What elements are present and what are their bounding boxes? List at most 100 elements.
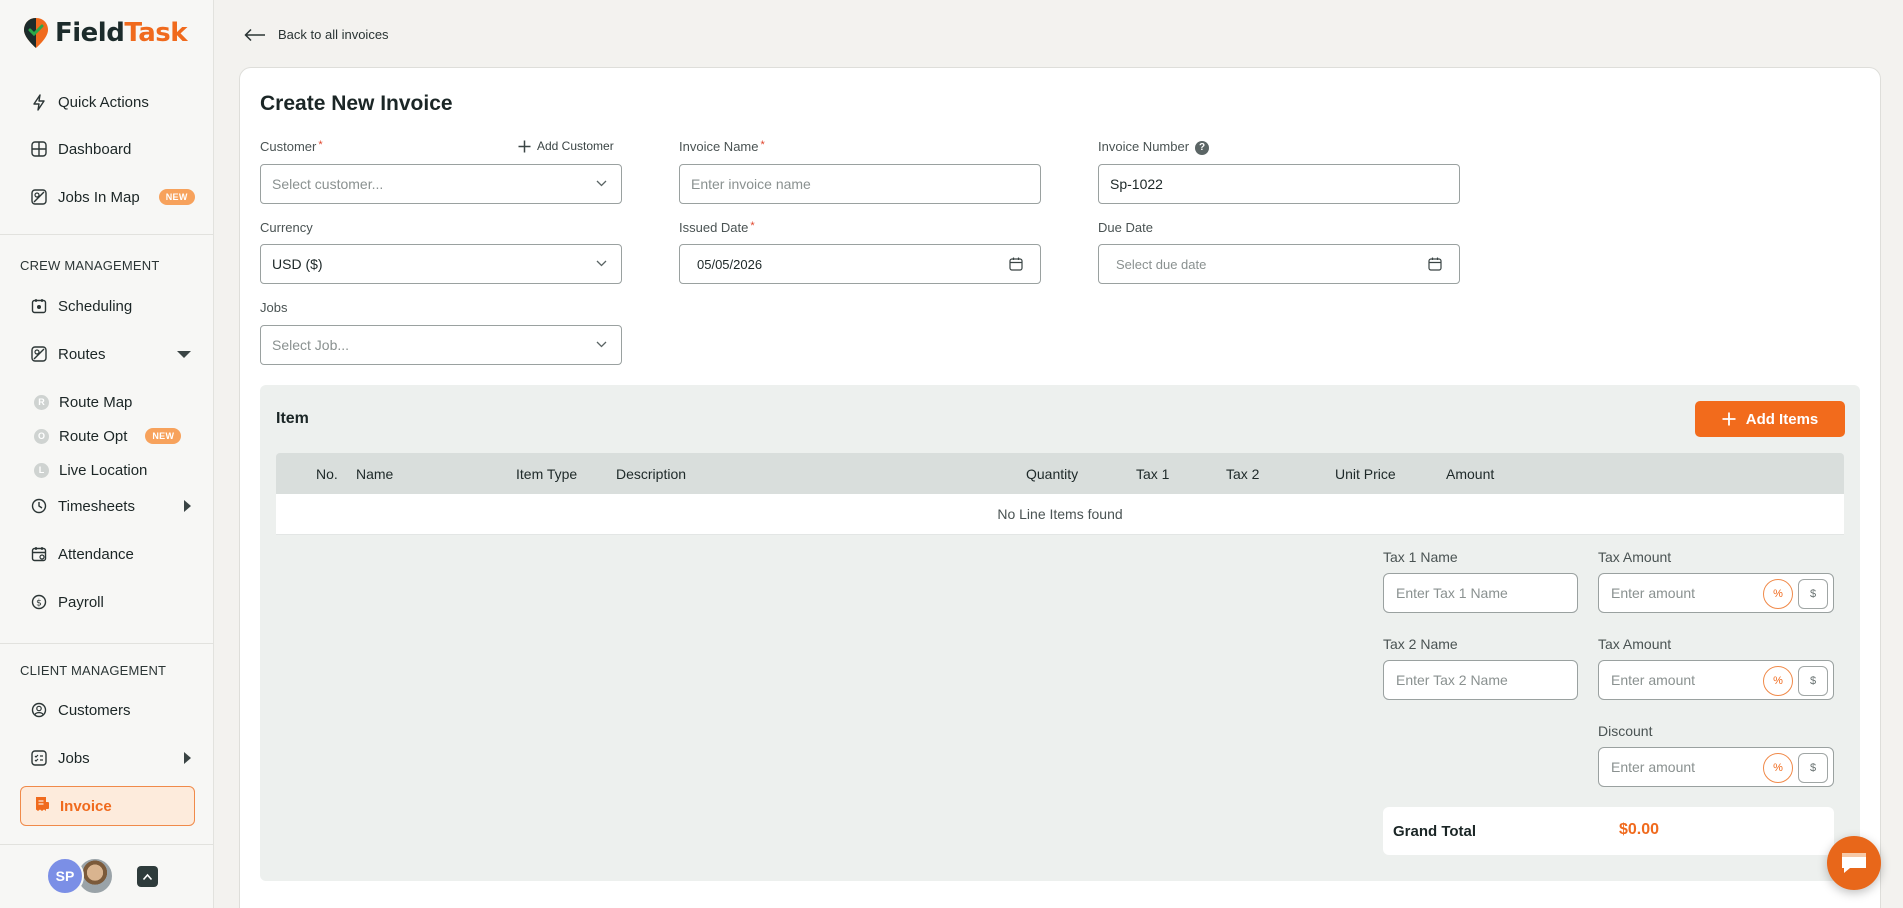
payroll-icon: $ (30, 594, 47, 611)
tax2-name-placeholder: Enter Tax 2 Name (1396, 672, 1508, 688)
calendar-icon (1009, 257, 1023, 271)
sidebar-item-label: Route Opt (59, 427, 128, 445)
back-link[interactable]: Back to all invoices (244, 27, 389, 42)
logo-text: FieldTask (55, 18, 188, 48)
dollar-toggle[interactable]: $ (1798, 753, 1828, 783)
customers-icon (30, 702, 47, 719)
due-date-input[interactable]: Select due date (1098, 244, 1460, 284)
sidebar-item-invoice[interactable]: Invoice (20, 786, 195, 826)
map-icon (30, 189, 47, 206)
customer-select[interactable]: Select customer... (260, 164, 622, 204)
discount-label: Discount (1598, 723, 1653, 739)
chevron-right-icon[interactable] (184, 500, 191, 512)
tax2-name-input[interactable]: Enter Tax 2 Name (1383, 660, 1578, 700)
percent-toggle[interactable]: % (1763, 579, 1793, 609)
due-date-placeholder: Select due date (1116, 256, 1207, 272)
items-empty-row: No Line Items found (276, 494, 1844, 535)
invoice-icon (34, 796, 50, 816)
dollar-toggle[interactable]: $ (1798, 666, 1828, 696)
invoice-number-label: Invoice Number? (1098, 139, 1210, 155)
logo[interactable]: FieldTask (22, 16, 188, 50)
dollar-toggle[interactable]: $ (1798, 579, 1828, 609)
column-header: Name (356, 466, 394, 482)
add-customer-button[interactable]: Add Customer (518, 139, 614, 153)
due-date-label: Due Date (1098, 220, 1153, 235)
grand-total-label: Grand Total (1393, 823, 1477, 840)
sidebar-item-payroll[interactable]: $ Payroll (30, 590, 104, 614)
invoice-name-label: Invoice Name * (679, 139, 765, 154)
sidebar-item-label: Invoice (60, 797, 112, 815)
avatar[interactable]: SP (46, 857, 84, 895)
help-icon[interactable]: ? (1195, 140, 1210, 155)
sidebar-item-scheduling[interactable]: Scheduling (30, 294, 132, 318)
sidebar-item-customers[interactable]: Customers (30, 698, 131, 722)
sidebar-item-label: Timesheets (58, 497, 135, 515)
expand-up-button[interactable] (137, 866, 158, 887)
invoice-number-input[interactable]: Sp-1022 (1098, 164, 1460, 204)
column-header: Tax 2 (1226, 466, 1260, 482)
empty-state-text: No Line Items found (997, 506, 1123, 522)
sidebar-item-jobs[interactable]: Jobs (30, 746, 90, 770)
jobs-select[interactable]: Select Job... (260, 325, 622, 365)
chat-button[interactable] (1827, 836, 1881, 890)
live-location-icon: L (34, 462, 49, 478)
dashboard-icon (30, 141, 47, 158)
tax1-name-label: Tax 1 Name (1383, 549, 1458, 565)
items-title: Item (276, 410, 309, 427)
tax2-amount-input[interactable]: Enter amount % $ (1598, 660, 1834, 700)
currency-value: USD ($) (272, 256, 323, 272)
chevron-up-icon (142, 873, 153, 880)
sidebar-item-label: Routes (58, 345, 106, 363)
sidebar-item-label: Attendance (58, 545, 134, 563)
tax1-name-input[interactable]: Enter Tax 1 Name (1383, 573, 1578, 613)
sidebar-item-live-location[interactable]: L Live Location (34, 458, 147, 482)
plus-icon (1722, 412, 1736, 426)
tax2-amount-placeholder: Enter amount (1611, 672, 1696, 688)
route-map-icon: R (34, 394, 49, 410)
sidebar-item-route-map[interactable]: R Route Map (34, 390, 132, 414)
jobs-label: Jobs (260, 300, 288, 315)
fieldtask-logo-icon (24, 18, 48, 48)
column-header: Item Type (516, 466, 578, 482)
chevron-down-icon (596, 180, 607, 187)
chevron-right-icon[interactable] (184, 752, 191, 764)
tax1-amount-input[interactable]: Enter amount % $ (1598, 573, 1834, 613)
attendance-icon (30, 546, 47, 563)
currency-select[interactable]: USD ($) (260, 244, 622, 284)
discount-input[interactable]: Enter amount % $ (1598, 747, 1834, 787)
currency-label: Currency (260, 220, 313, 235)
issued-date-input[interactable]: 05/05/2026 (679, 244, 1041, 284)
add-items-button[interactable]: Add Items (1695, 401, 1845, 437)
sidebar-item-attendance[interactable]: Attendance (30, 542, 134, 566)
sidebar-item-quick-actions[interactable]: Quick Actions (30, 90, 149, 114)
sidebar-item-label: Quick Actions (58, 93, 149, 111)
sidebar-item-label: Jobs In Map (58, 188, 140, 206)
jobs-icon (30, 750, 47, 767)
sidebar-item-dashboard[interactable]: Dashboard (30, 137, 131, 161)
percent-toggle[interactable]: % (1763, 753, 1793, 783)
chevron-down-icon (596, 341, 607, 348)
column-header: Unit Price (1335, 466, 1396, 482)
sidebar-item-jobs-in-map[interactable]: Jobs In Map NEW (30, 185, 195, 209)
lightning-icon (30, 93, 47, 111)
customer-label: Customer * (260, 139, 323, 154)
user-area: SP (0, 844, 214, 908)
clock-icon (30, 498, 47, 515)
sidebar-item-route-opt[interactable]: O Route Opt NEW (34, 424, 182, 448)
sidebar-item-label: Live Location (59, 461, 148, 479)
plus-icon (518, 140, 531, 152)
chevron-down-icon[interactable] (177, 351, 191, 358)
sidebar-item-label: Jobs (58, 749, 90, 767)
svg-text:$: $ (36, 599, 42, 609)
sidebar-item-timesheets[interactable]: Timesheets (30, 494, 135, 518)
percent-toggle[interactable]: % (1763, 666, 1793, 696)
add-items-label: Add Items (1745, 410, 1819, 428)
invoice-name-input[interactable]: Enter invoice name (679, 164, 1041, 204)
add-customer-label: Add Customer (537, 139, 614, 153)
calendar-icon (30, 298, 47, 315)
sidebar-item-routes[interactable]: Routes (30, 342, 194, 366)
page-title: Create New Invoice (260, 92, 453, 115)
back-label: Back to all invoices (278, 27, 389, 42)
sidebar-item-label: Scheduling (58, 297, 133, 315)
chevron-down-icon (596, 260, 607, 267)
